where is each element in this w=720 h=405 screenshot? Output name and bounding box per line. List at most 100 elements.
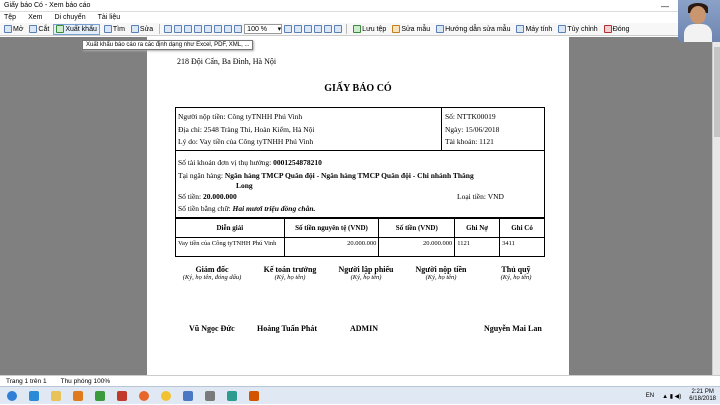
language-indicator[interactable]: EN [646,393,654,399]
open-button[interactable]: Mở [2,24,25,35]
page-indicator: Trang 1 trên 1 [6,377,47,385]
cut-button[interactable]: Cắt [27,24,51,35]
table-header: Số tiền (VND) [378,218,456,238]
folder-icon [51,390,61,401]
zoom-in-icon[interactable] [184,25,193,33]
taskbar-app-6[interactable] [244,389,264,403]
date-row: Ngày: 15/06/2018 [445,125,499,134]
separator [346,24,348,34]
separator [159,24,161,34]
last-page-icon[interactable] [314,25,323,33]
zoom-icon[interactable] [204,25,213,33]
next-page-icon[interactable] [304,25,313,33]
customize-label: Tùy chỉnh [567,25,598,33]
first-page-icon[interactable] [284,25,293,33]
date-label: Ngày: [445,125,464,134]
start-button[interactable] [2,389,22,403]
menu-bar: Tệp Xem Di chuyển Tài liệu [0,12,720,23]
signature-payer: Người nộp tiền (Ký, họ tên) [398,265,484,281]
forward-icon[interactable] [334,25,343,33]
export-button[interactable]: Xuất khẩu [53,23,100,35]
address-value: 2548 Tràng Thi, Hoàn Kiếm, Hà Nội [203,125,315,134]
taskbar-media[interactable] [68,389,88,403]
ie-icon [29,390,39,401]
windows-icon [7,390,17,401]
signature-note: (Ký, họ tên) [350,274,382,281]
table-cell: Vay tiền của Công tyTNHH Phú Vinh [175,237,285,257]
prev-page-icon[interactable] [294,25,303,33]
taskbar-app-1[interactable] [90,389,110,403]
app-icon [117,390,127,401]
template-icon [392,25,401,33]
menu-view[interactable]: Xem [28,14,42,21]
back-icon[interactable] [324,25,333,33]
menu-document[interactable]: Tài liệu [98,14,121,21]
vertical-scrollbar[interactable] [712,37,720,375]
taskbar-chrome[interactable] [156,389,176,403]
help-icon [436,25,445,33]
export-tooltip: Xuất khẩu báo cáo ra các định dạng như E… [82,40,254,50]
reason-value: Vay tiền của Công tyTNHH Phú Vinh [199,137,314,146]
zoom-value: 100 % [247,25,268,33]
save-file-label: Lưu tệp [362,25,387,33]
save-icon [353,25,362,33]
signature-note: (Ký, họ tên) [425,274,457,281]
edit-button[interactable]: Sửa [129,24,155,35]
webcam-body [684,24,712,42]
hand-icon[interactable] [174,25,183,33]
signature-title: Thủ quỹ [501,265,531,274]
find-button[interactable]: Tìm [102,24,127,35]
template-guide-button[interactable]: Hướng dẫn sửa mẫu [434,24,512,35]
number-value: NTTK00019 [456,112,496,121]
webcam-face [690,6,706,24]
customize-button[interactable]: Tùy chỉnh [556,24,599,35]
close-button[interactable]: Đóng [602,24,632,35]
save-file-button[interactable]: Lưu tệp [351,24,388,35]
taskbar-ie[interactable] [24,389,44,403]
taskbar-app-4[interactable] [200,389,220,403]
taskbar-app-2[interactable] [112,389,132,403]
system-tray: EN ▲ ▮ ◀) 2:21 PM 6/18/2018 [646,387,716,405]
header-divider [441,107,442,151]
currency-label: Loại tiền: [457,192,486,201]
signature-title: Kế toán trưởng [263,265,317,274]
table-header: Ghi Có [499,218,545,238]
items-table: Diễn giải Số tiền nguyên tệ (VND) Số tiề… [175,218,545,257]
calculator-button[interactable]: Máy tính [514,24,554,35]
multi-page-icon[interactable] [234,25,243,33]
webcam-overlay [678,0,720,42]
clock[interactable]: 2:21 PM 6/18/2018 [689,389,716,403]
scrollbar-thumb[interactable] [714,47,720,137]
payer-value: Công tyTNHH Phú Vinh [227,112,303,121]
taskbar-explorer[interactable] [46,389,66,403]
menu-navigate[interactable]: Di chuyển [54,14,85,21]
select-icon[interactable] [164,25,173,33]
amount-words-row: Số tiền bằng chữ: Hai mươi triệu đồng ch… [178,204,315,213]
edit-icon [130,25,139,33]
taskbar-firefox[interactable] [134,389,154,403]
page-width-icon[interactable] [214,25,223,33]
cashier-name: Nguyễn Mai Lan [484,324,542,333]
table-cell: 20.000.000 [378,237,456,257]
taskbar-app-5[interactable] [222,389,242,403]
app-icon [205,390,215,401]
app-icon [227,390,237,401]
whole-page-icon[interactable] [224,25,233,33]
currency-row: Loại tiền: VND [457,192,504,201]
status-bar: Trang 1 trên 1 Thu phóng 100% [0,375,720,386]
export-label: Xuất khẩu [65,25,97,33]
edit-template-button[interactable]: Sửa mẫu [390,24,432,35]
minimize-button[interactable]: — [654,0,676,12]
zoom-indicator: Thu phóng 100% [60,377,111,385]
zoom-out-icon[interactable] [194,25,203,33]
tray-icons[interactable]: ▲ ▮ ◀) [662,393,681,400]
signature-director: Giám đốc (Ký, họ tên, đóng dấu) [167,265,257,281]
amount-row: Số tiền: 20.000.000 [178,192,237,201]
clock-date: 6/18/2018 [689,396,716,402]
taskbar-app-3[interactable] [178,389,198,403]
preparer-name: ADMIN [350,324,378,333]
signature-preparer: Người lập phiếu (Ký, họ tên) [323,265,409,281]
menu-file[interactable]: Tệp [4,14,16,21]
zoom-select[interactable]: 100 % ▾ [244,24,283,34]
chrome-icon [161,390,171,401]
